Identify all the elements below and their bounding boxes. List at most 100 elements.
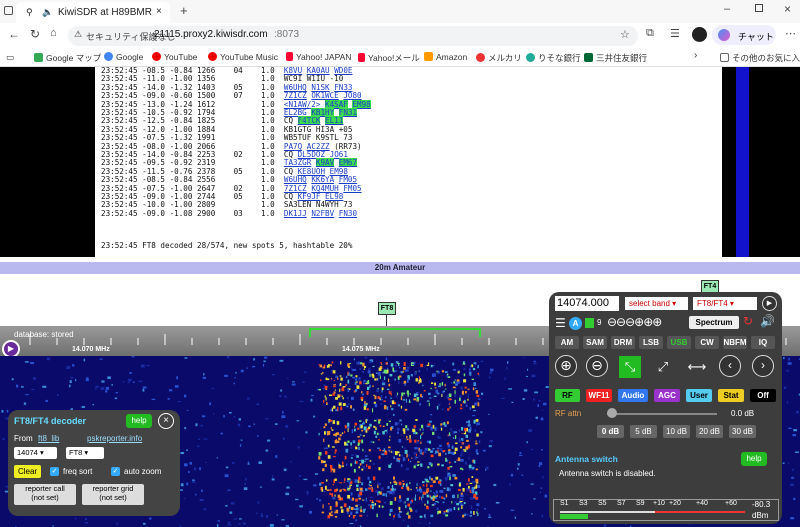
bookmark-google[interactable]: Google	[104, 52, 143, 62]
ft8-close-icon[interactable]: ×	[158, 413, 174, 429]
ft8lib-link[interactable]: ft8_lib	[38, 434, 59, 443]
other-bookmarks[interactable]: その他のお気に入り	[720, 52, 800, 64]
band-select[interactable]: select band ▾	[625, 297, 688, 310]
favorites-icon[interactable]: ☰	[670, 27, 680, 40]
signal-trace	[464, 399, 466, 404]
play-icon[interactable]: ▶	[762, 296, 777, 311]
waterfall-pixel	[201, 415, 206, 418]
reporter-grid-button[interactable]: reporter grid (not set)	[82, 484, 144, 505]
bookmarks-more-icon[interactable]: ›	[694, 50, 697, 61]
volume-icon[interactable]: 🔊	[760, 314, 775, 328]
mode-sam-button[interactable]: SAM	[583, 336, 607, 349]
attn-step-button[interactable]: 0 dB	[597, 425, 624, 438]
waterfall-pixel	[33, 377, 37, 380]
bookmark-yahoo-japan[interactable]: Yahoo! JAPAN	[286, 52, 351, 62]
bookmark-youtube[interactable]: YouTube	[152, 52, 197, 62]
url-box[interactable]: ⚠ セキュリティ保護なし 21115.proxy2.kiwisdr.com :8…	[68, 26, 638, 46]
tab-stat-button[interactable]: Stat	[718, 389, 744, 402]
bookmark-mercari[interactable]: メルカリ	[476, 52, 522, 64]
auto-icon[interactable]: A	[569, 317, 582, 330]
maximize-icon[interactable]	[755, 4, 763, 12]
bookmark-youtube-music[interactable]: YouTube Music	[208, 52, 278, 62]
waterfall-pixel	[262, 363, 265, 367]
bookmark-resona[interactable]: りそな銀行	[526, 52, 581, 64]
next-icon[interactable]: ›	[752, 355, 774, 377]
ft8-freq-select[interactable]: 14074 ▾	[14, 447, 57, 459]
signal-trace	[329, 489, 332, 491]
attn-step-button[interactable]: 20 dB	[696, 425, 723, 438]
zoom-in-icon[interactable]: ⊕	[555, 355, 577, 377]
ft8-help-button[interactable]: help	[126, 414, 152, 428]
bookmark-yahoo-mail[interactable]: Yahoo!メール	[358, 52, 420, 64]
zoom-max-icon[interactable]: ⤡	[619, 356, 641, 378]
pskreporter-link[interactable]: pskreporter.info	[87, 434, 142, 443]
callsign-link[interactable]: N2FBV	[311, 209, 334, 218]
callsign-link[interactable]: FM05	[343, 184, 361, 193]
zoom-out-icon[interactable]: ⊖	[586, 355, 608, 377]
mode-select[interactable]: FT8/FT4 ▾	[693, 297, 757, 310]
zoom-step-icons[interactable]: ⊖⊖⊖⊕⊕⊕	[607, 315, 662, 329]
browser-tab[interactable]: ⚲ 🔈 KiwiSDR at H89BMR ×	[16, 2, 170, 23]
callsign-link[interactable]: DK1JJ	[284, 209, 307, 218]
zoom-fit-icon[interactable]: ⤢	[652, 356, 674, 378]
mode-am-button[interactable]: AM	[555, 336, 579, 349]
waterfall-pixel	[537, 404, 540, 407]
bookmark-smbc[interactable]: 三井住友銀行	[584, 52, 647, 64]
chat-button[interactable]: チャット	[712, 25, 776, 45]
close-tab-icon[interactable]: ×	[156, 6, 162, 17]
tab-agc-button[interactable]: AGC	[654, 389, 680, 402]
antenna-help-button[interactable]: help	[741, 452, 767, 466]
signal-trace	[383, 376, 386, 380]
band-zoom-icon[interactable]: ⟷	[686, 356, 708, 378]
tab-audio-button[interactable]: Audio	[618, 389, 648, 402]
star-icon[interactable]: ☆	[620, 28, 630, 41]
prev-icon[interactable]: ‹	[719, 355, 741, 377]
ft8-mode-select[interactable]: FT8 ▾	[66, 447, 104, 459]
signal-trace	[403, 392, 406, 395]
tab-off-button[interactable]: Off	[750, 389, 776, 402]
spectrum-button[interactable]: Spectrum	[689, 316, 739, 329]
clear-button[interactable]: Clear	[14, 465, 41, 478]
frequency-input[interactable]: 14074.000	[555, 296, 619, 311]
rf-attn-knob[interactable]	[607, 408, 617, 418]
new-tab-icon[interactable]: +	[180, 3, 188, 18]
mode-iq-button[interactable]: IQ	[751, 336, 775, 349]
signal-trace	[382, 493, 385, 496]
waterfall-pixel	[538, 400, 541, 402]
tab-rf-button[interactable]: RF	[555, 389, 580, 402]
mode-drm-button[interactable]: DRM	[611, 336, 635, 349]
profile-avatar[interactable]	[692, 27, 707, 42]
reporter-call-button[interactable]: reporter call (not set)	[14, 484, 76, 505]
waterfall-pixel	[290, 461, 292, 463]
menu-icon[interactable]: ☰	[555, 316, 566, 330]
band-bar[interactable]: 20m Amateur	[0, 262, 800, 274]
reload-icon[interactable]: ↻	[30, 27, 40, 41]
attn-step-button[interactable]: 30 dB	[729, 425, 756, 438]
mode-usb-button[interactable]: USB	[667, 336, 691, 349]
callsign-link[interactable]: FN30	[339, 209, 357, 218]
back-icon[interactable]: ←	[8, 27, 20, 41]
rf-attn-slider[interactable]	[607, 413, 717, 415]
ft8-marker[interactable]: FT8	[378, 302, 396, 315]
attn-step-button[interactable]: 10 dB	[663, 425, 690, 438]
bookmark-icon[interactable]	[585, 318, 594, 328]
bookmark-amazon[interactable]: Amazon	[424, 52, 467, 62]
freq-sort-checkbox[interactable]: ✓	[50, 467, 59, 476]
more-icon[interactable]: ⋯	[785, 27, 796, 40]
tab-user-button[interactable]: User	[686, 389, 712, 402]
bookmark-google-maps[interactable]: Google マップ	[34, 52, 101, 64]
mode-lsb-button[interactable]: LSB	[639, 336, 663, 349]
reading-icon[interactable]: ▭	[6, 52, 14, 63]
mode-cw-button[interactable]: CW	[695, 336, 719, 349]
window-menu-icon[interactable]	[4, 6, 13, 15]
extensions-icon[interactable]: ⧉	[646, 27, 654, 40]
mode-nbfm-button[interactable]: NBFM	[723, 336, 747, 349]
tab-wf11-button[interactable]: WF11	[586, 389, 612, 402]
close-window-icon[interactable]: ×	[784, 2, 791, 16]
home-icon[interactable]: ⌂	[50, 27, 57, 39]
auto-zoom-checkbox[interactable]: ✓	[111, 467, 120, 476]
speaker-icon[interactable]: 🔈	[42, 7, 53, 18]
reset-icon[interactable]: ↻	[743, 314, 753, 328]
attn-step-button[interactable]: 5 dB	[630, 425, 657, 438]
minimize-icon[interactable]: –	[724, 3, 730, 15]
